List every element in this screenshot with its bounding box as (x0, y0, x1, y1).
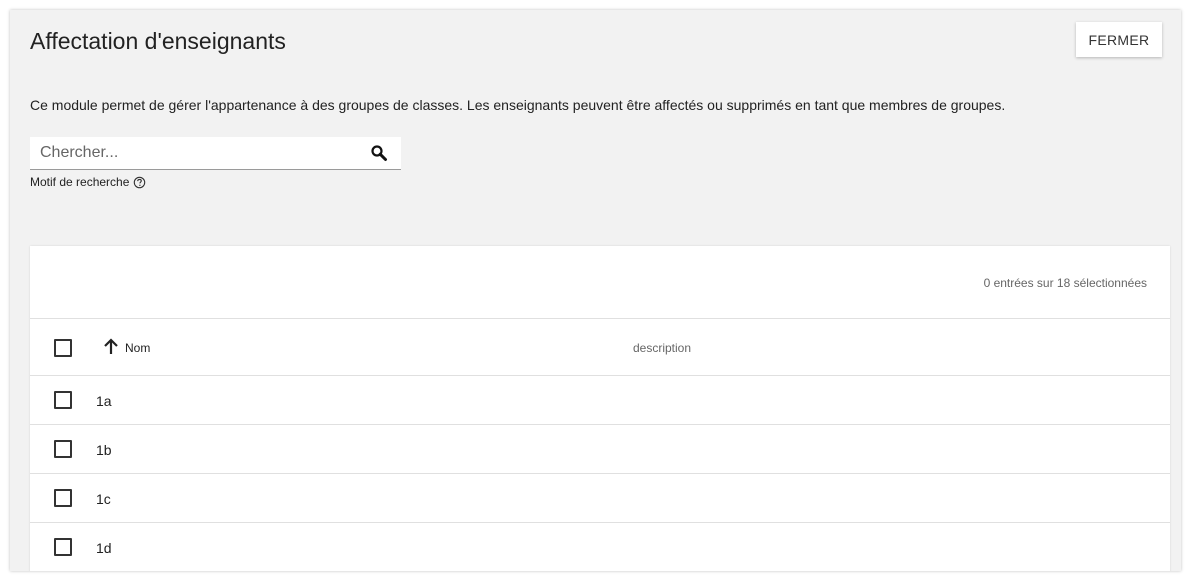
search-input[interactable] (30, 137, 360, 169)
column-header-name[interactable]: Nom (125, 341, 150, 355)
row-checkbox[interactable] (54, 538, 72, 556)
search-hint-label: Motif de recherche (30, 175, 130, 189)
row-checkbox[interactable] (54, 391, 72, 409)
row-name: 1a (96, 393, 112, 409)
help-circle-icon[interactable] (133, 176, 146, 189)
row-name: 1c (96, 491, 111, 507)
table-row[interactable]: 1d (30, 523, 1170, 571)
search-icon[interactable] (370, 144, 388, 162)
row-name: 1b (96, 442, 112, 458)
groups-grid: 0 entrées sur 18 sélectionnées Nom descr… (30, 246, 1170, 571)
row-checkbox[interactable] (54, 489, 72, 507)
assign-teachers-dialog: Affectation d'enseignants FERMER Ce modu… (10, 10, 1181, 571)
grid-header: Nom description (30, 318, 1170, 376)
close-button[interactable]: FERMER (1076, 22, 1162, 57)
selection-status: 0 entrées sur 18 sélectionnées (983, 276, 1147, 290)
table-row[interactable]: 1a (30, 376, 1170, 425)
module-description: Ce module permet de gérer l'appartenance… (30, 97, 1006, 113)
arrow-up-icon[interactable] (103, 337, 119, 355)
dialog-title: Affectation d'enseignants (30, 28, 286, 54)
select-all-checkbox[interactable] (54, 339, 72, 357)
search-box (30, 137, 401, 170)
search-hint: Motif de recherche (30, 175, 146, 189)
row-checkbox[interactable] (54, 440, 72, 458)
table-row[interactable]: 1c (30, 474, 1170, 523)
column-header-description[interactable]: description (633, 341, 691, 355)
table-row[interactable]: 1b (30, 425, 1170, 474)
row-name: 1d (96, 540, 112, 556)
